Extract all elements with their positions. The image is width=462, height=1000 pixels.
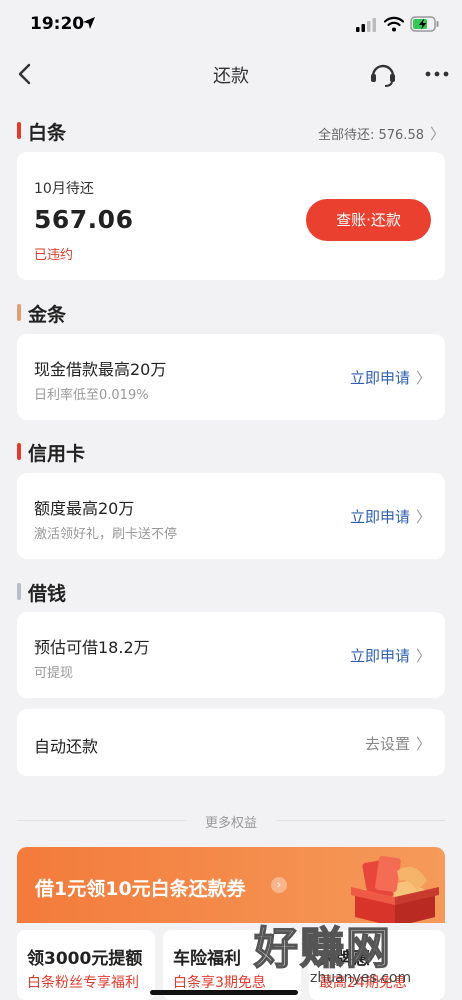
jintiao-section-header: 金条 xyxy=(17,298,445,328)
go-settings-label: 去设置 xyxy=(364,735,410,753)
overdue-status: 已违约 xyxy=(34,248,74,263)
chevron-right-icon: 〉 xyxy=(415,735,431,753)
battery-charging-icon xyxy=(410,16,439,32)
location-arrow-icon xyxy=(83,17,95,29)
watermark-url: zhuanyes.com xyxy=(310,970,412,986)
auto-repay-title: 自动还款 xyxy=(34,737,99,756)
apply-now-label: 立即申请 xyxy=(349,508,410,526)
chevron-right-icon: 〉 xyxy=(415,508,431,526)
apply-now-link[interactable]: 立即申请〉 xyxy=(350,367,431,388)
benefit-title: 领3000元提额 xyxy=(27,949,143,969)
more-options-icon[interactable] xyxy=(424,64,450,84)
total-due-label: 全部待还: 576.58 xyxy=(317,128,424,143)
apply-now-label: 立即申请 xyxy=(349,647,410,665)
benefit-card[interactable]: 领3000元提额 白条粉丝专享福利 xyxy=(17,930,155,1000)
borrow-card[interactable]: 预估可借18.2万 可提现 立即申请〉 xyxy=(17,612,445,698)
watermark: 好赚网 zhuanyes.com xyxy=(250,912,450,992)
section-accent-bar xyxy=(17,583,21,600)
go-settings-link[interactable]: 去设置〉 xyxy=(365,733,431,754)
card-subtitle: 激活领好礼，刷卡送不停 xyxy=(34,527,178,542)
status-time: 19:20 xyxy=(30,14,85,34)
jintiao-card[interactable]: 现金借款最高20万 日利率低至0.019% 立即申请〉 xyxy=(17,334,445,420)
card-title: 现金借款最高20万 xyxy=(34,360,167,379)
auto-repay-card[interactable]: 自动还款 去设置〉 xyxy=(17,709,445,776)
benefit-title: 车险福利 xyxy=(173,949,241,969)
customer-service-icon[interactable] xyxy=(368,60,398,90)
apply-now-label: 立即申请 xyxy=(349,369,410,387)
arrow-right-icon: › xyxy=(271,877,287,893)
month-due-label: 10月待还 xyxy=(34,181,94,197)
section-accent-bar xyxy=(17,443,21,460)
card-title: 预估可借18.2万 xyxy=(34,638,150,657)
due-amount: 567.06 xyxy=(34,205,134,234)
section-accent-bar xyxy=(17,122,21,139)
benefit-subtitle: 白条粉丝专享福利 xyxy=(27,975,139,991)
chevron-right-icon: 〉 xyxy=(415,647,431,665)
card-subtitle: 可提现 xyxy=(34,666,74,681)
cellular-signal-icon xyxy=(356,18,376,32)
apply-now-link[interactable]: 立即申请〉 xyxy=(350,645,431,666)
section-title: 信用卡 xyxy=(28,443,86,465)
card-subtitle: 日利率低至0.019% xyxy=(34,388,149,403)
apply-now-link[interactable]: 立即申请〉 xyxy=(350,506,431,527)
section-title: 借钱 xyxy=(28,583,67,605)
section-title: 白条 xyxy=(28,122,67,144)
section-accent-bar xyxy=(17,304,21,321)
wifi-icon xyxy=(384,16,404,32)
card-title: 额度最高20万 xyxy=(34,499,135,518)
baitiao-section-header: 白条 全部待还: 576.58 〉 xyxy=(17,116,445,146)
total-due-link[interactable]: 全部待还: 576.58 〉 xyxy=(318,123,445,144)
credit-card-card[interactable]: 额度最高20万 激活领好礼，刷卡送不停 立即申请〉 xyxy=(17,473,445,559)
nav-bar: 还款 xyxy=(0,50,462,98)
credit-card-section-header: 信用卡 xyxy=(17,437,445,467)
baitiao-card: 10月待还 567.06 已违约 查账·还款 xyxy=(17,152,445,280)
chevron-right-icon: 〉 xyxy=(415,369,431,387)
watermark-logo: 好赚网 xyxy=(253,922,392,975)
status-bar: 19:20 xyxy=(0,0,462,50)
home-indicator xyxy=(150,990,298,995)
promo-text: 借1元领10元白条还款券 xyxy=(35,878,246,900)
section-title: 金条 xyxy=(28,304,67,326)
more-benefits-label: 更多权益 xyxy=(186,812,276,831)
chevron-right-icon: 〉 xyxy=(429,125,445,143)
check-bill-repay-button[interactable]: 查账·还款 xyxy=(306,199,431,241)
borrow-section-header: 借钱 xyxy=(17,577,445,607)
